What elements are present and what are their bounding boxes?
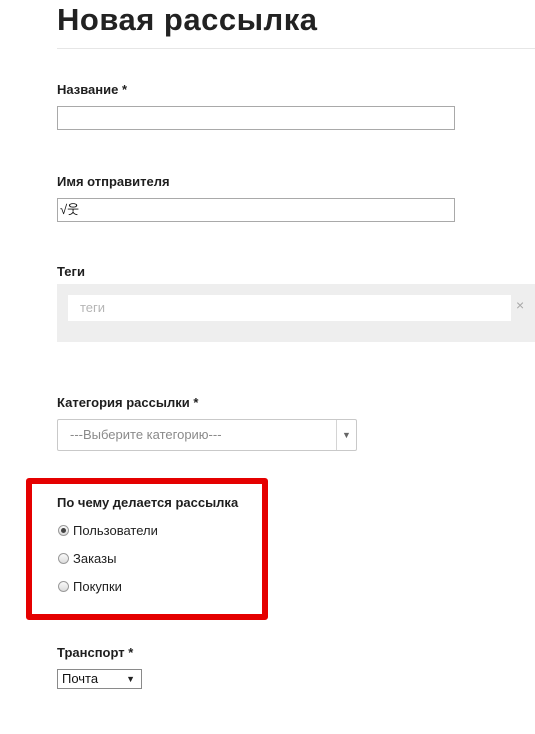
radio-button-checked[interactable] [58,524,69,536]
radio-option-users[interactable]: Пользователи [58,521,158,539]
radio-option-purchases[interactable]: Покупки [58,577,122,595]
sender-label: Имя отправителя [57,174,170,189]
category-select[interactable]: ---Выберите категорию--- ▼ [57,419,357,451]
basis-label: По чему делается рассылка [57,495,239,510]
select-separator [336,420,337,450]
category-selected-value: ---Выберите категорию--- [70,427,222,442]
clear-tags-icon[interactable]: × [516,297,524,313]
chevron-down-icon[interactable]: ▼ [126,670,135,688]
page-title: Новая рассылка [57,2,318,37]
tags-field: теги × [57,284,535,342]
sender-input[interactable]: √웃 [57,198,455,222]
category-label: Категория рассылки * [57,395,199,410]
name-input[interactable] [57,106,455,130]
transport-selected-value: Почта [62,671,99,686]
radio-option-orders[interactable]: Заказы [58,549,116,567]
tags-input[interactable]: теги [68,295,511,321]
transport-select[interactable]: Почта ▼ [57,669,142,689]
radio-label: Покупки [73,578,122,594]
name-label: Название * [57,82,128,97]
tags-label: Теги [57,264,85,279]
transport-label: Транспорт * [57,645,134,660]
title-divider [57,48,535,49]
radio-button[interactable] [58,580,69,592]
radio-button[interactable] [58,552,69,564]
radio-label: Пользователи [73,522,158,538]
radio-label: Заказы [73,550,117,566]
chevron-down-icon[interactable]: ▼ [342,420,351,450]
page: Новая рассылка Название * Имя отправител… [0,0,535,734]
